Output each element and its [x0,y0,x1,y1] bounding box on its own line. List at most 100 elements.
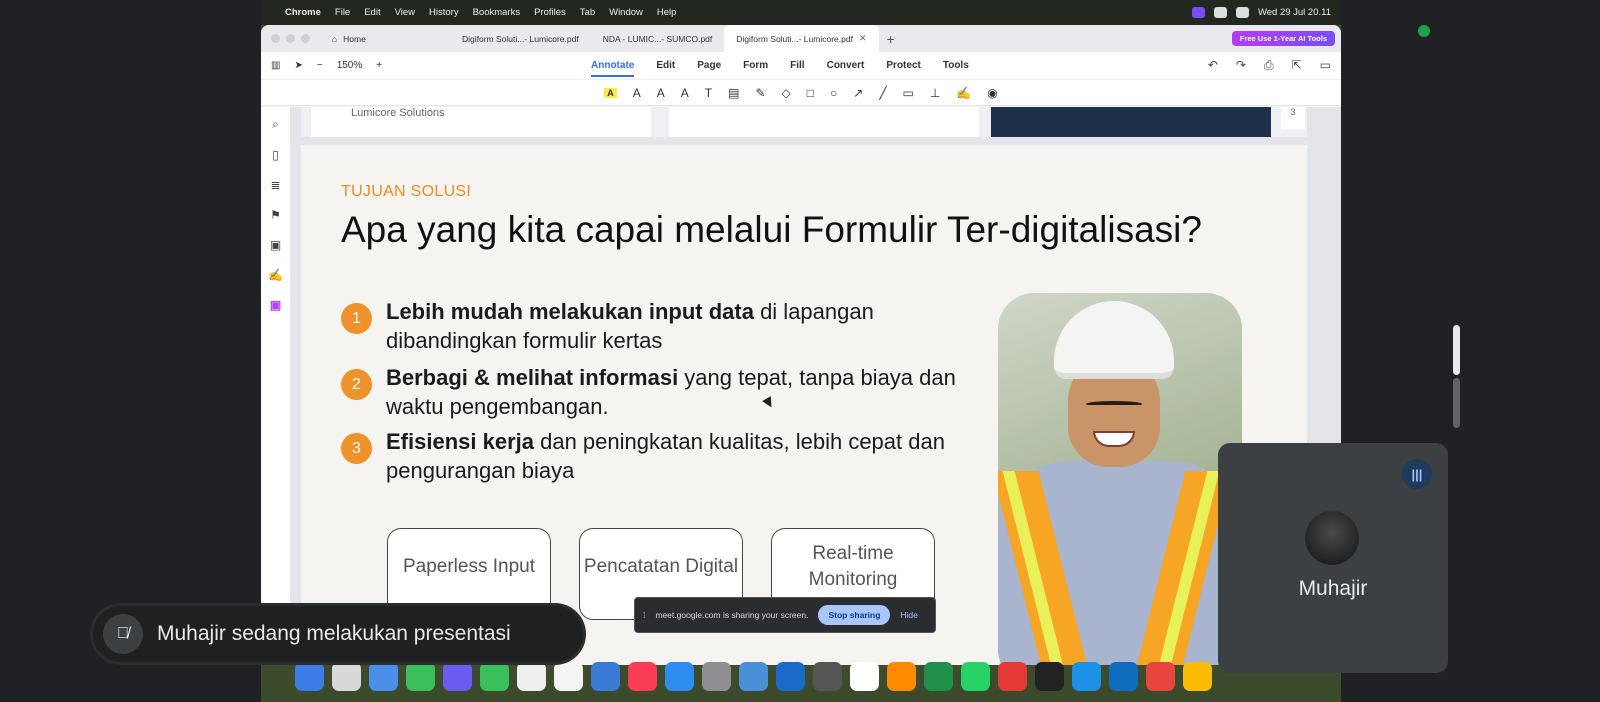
signature-icon[interactable]: ✍ [956,86,971,100]
menu-window[interactable]: Window [609,7,643,18]
dock-app[interactable] [998,661,1027,691]
dock-app[interactable] [887,661,916,691]
menu-app[interactable]: Chrome [285,7,321,18]
tab-convert[interactable]: Convert [827,60,865,71]
stop-sharing-button[interactable]: Stop sharing [818,605,891,625]
undo-icon[interactable]: ↶ [1208,58,1218,73]
stamp-icon[interactable]: ⊥ [930,86,940,100]
zoom-out-icon[interactable]: − [317,60,323,71]
redo-icon[interactable]: ↷ [1236,58,1246,73]
screen-share-icon[interactable] [1191,7,1205,18]
participant-name: Muhajir [1298,577,1368,600]
tab-fill[interactable]: Fill [790,60,804,71]
screen-share-bar: ⁞ meet.google.com is sharing your screen… [634,597,936,633]
dock-app[interactable] [295,661,324,691]
annotation-list-icon[interactable]: ▣ [270,238,281,252]
outline-icon[interactable]: ≣ [270,178,280,192]
dock-app[interactable] [1035,661,1064,691]
dock-app[interactable] [554,661,583,691]
document-view[interactable]: Lumicore Solutions 3 TUJUAN SOLUSI Apa y… [291,107,1341,665]
dock-app[interactable] [924,661,953,691]
measure-icon[interactable]: ▭ [903,86,914,100]
dock-app[interactable] [1146,661,1175,691]
mic-off-icon[interactable]: 🎙̸ [103,614,143,654]
close-icon[interactable]: ✕ [859,33,867,44]
tab-digiform-1[interactable]: Digiform Soluti...- Lumicore.pdf [450,25,591,52]
dock-app[interactable] [591,661,620,691]
dock-app[interactable] [517,661,546,691]
pen-icon[interactable]: ✎ [755,86,765,100]
arrow-icon[interactable]: ↗ [853,86,863,100]
menu-help[interactable]: Help [657,7,677,18]
tab-page[interactable]: Page [697,60,721,71]
menu-history[interactable]: History [429,7,459,18]
presenting-text: Muhajir sedang melakukan presentasi [157,622,511,645]
window-controls[interactable] [261,34,320,43]
comment-icon[interactable]: ▤ [728,86,739,100]
select-tool-icon[interactable]: ➤ [294,60,302,71]
dock-app[interactable] [1072,661,1101,691]
print-icon[interactable]: ⎙ [1264,58,1274,73]
dock-app[interactable] [480,661,509,691]
menu-edit[interactable]: Edit [364,7,380,18]
squiggle-icon[interactable]: A [657,86,665,100]
dock-app[interactable] [1183,661,1212,691]
tab-edit[interactable]: Edit [656,60,675,71]
scroll-indicator-track[interactable] [1453,378,1460,428]
share-icon[interactable]: ⇱ [1292,58,1302,73]
left-sidebar: ⌕ ▯ ≣ ⚑ ▣ ✍ ▣ ⌃ 4 16 [261,107,291,665]
line-icon[interactable]: ╱ [879,86,886,100]
dock-app[interactable] [702,661,731,691]
wifi-icon[interactable] [1235,7,1249,18]
tab-annotate[interactable]: Annotate [591,60,635,77]
bookmark-icon[interactable]: ⚑ [270,208,281,222]
tab-form[interactable]: Form [743,60,768,71]
highlight-icon[interactable]: A [604,87,617,98]
menu-profiles[interactable]: Profiles [534,7,566,18]
promo-button[interactable]: Free Use 1-Year AI Tools [1231,31,1335,46]
menu-tab[interactable]: Tab [580,7,595,18]
dock-app[interactable] [443,661,472,691]
pages-icon[interactable]: ▯ [272,148,279,162]
eraser-icon[interactable]: ◇ [782,86,791,100]
hide-button[interactable]: Hide [900,610,917,620]
signature-panel-icon[interactable]: ✍ [268,268,283,282]
menu-view[interactable]: View [395,7,415,18]
circle-icon[interactable]: ○ [830,86,837,100]
zoom-level[interactable]: 150% [337,60,363,71]
dock-app[interactable] [850,661,879,691]
dock-app[interactable] [369,661,398,691]
tab-tools[interactable]: Tools [943,60,969,71]
ai-icon[interactable]: ▣ [270,298,281,312]
menu-bookmarks[interactable]: Bookmarks [473,7,521,18]
prev-page-panel [669,107,979,137]
dock-app[interactable] [776,661,805,691]
tab-digiform-active[interactable]: Digiform Soluti...- Lumicore.pdf ✕ [724,25,879,52]
dock-app[interactable] [813,661,842,691]
dock-app[interactable] [628,661,657,691]
text-icon[interactable]: T [705,86,712,100]
status-icon[interactable] [1213,7,1227,18]
tab-protect[interactable]: Protect [886,60,920,71]
strikethrough-icon[interactable]: A [681,86,689,100]
layout-icon[interactable]: ▭ [1320,58,1331,73]
scroll-indicator[interactable] [1453,325,1460,375]
dock-app[interactable] [1109,661,1138,691]
participant-tile[interactable]: ||| Muhajir [1218,443,1448,673]
tab-home[interactable]: ⌂ Home [320,25,450,52]
dock-app[interactable] [332,661,361,691]
eye-icon[interactable]: ◉ [987,86,997,100]
dock-app[interactable] [406,661,435,691]
new-tab-icon[interactable]: + [879,31,903,47]
panel-toggle-icon[interactable]: ▥ [271,60,280,71]
rectangle-icon[interactable]: □ [807,86,814,100]
dock-app[interactable] [665,661,694,691]
menu-file[interactable]: File [335,7,350,18]
tab-nda[interactable]: NDA - LUMIC...- SUMCO.pdf [591,25,725,52]
dock-app[interactable] [739,661,768,691]
search-icon[interactable]: ⌕ [272,117,279,132]
dock-app[interactable] [961,661,990,691]
drag-handle-icon[interactable]: ⁞ [643,610,645,620]
underline-icon[interactable]: A [633,86,641,100]
zoom-in-icon[interactable]: + [376,60,382,71]
